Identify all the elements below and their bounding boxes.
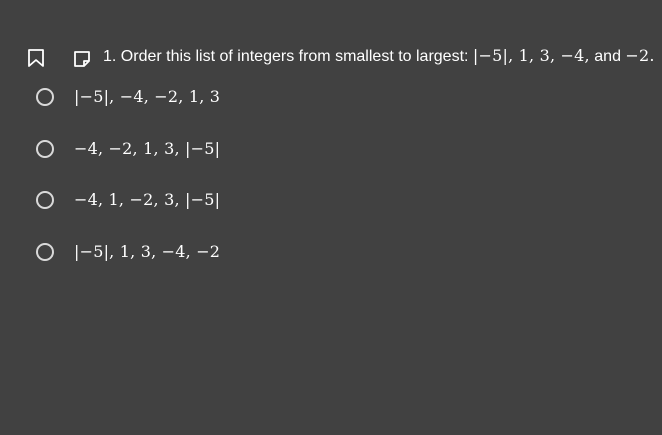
option-label: |−5|, 1, 3, −4, −2: [74, 242, 221, 261]
note-icon[interactable]: [72, 49, 92, 69]
answer-option-4[interactable]: |−5|, 1, 3, −4, −2: [34, 240, 334, 268]
radio-button[interactable]: [36, 191, 54, 209]
question-prefix: 1. Order this list of integers from smal…: [103, 48, 473, 65]
question-text: 1. Order this list of integers from smal…: [103, 46, 655, 67]
answer-option-2[interactable]: −4, −2, 1, 3, |−5|: [34, 137, 334, 165]
answer-option-3[interactable]: −4, 1, −2, 3, |−5|: [34, 188, 334, 216]
question-connector: and: [589, 48, 626, 65]
radio-button[interactable]: [36, 88, 54, 106]
question-last-math: −2.: [625, 46, 655, 65]
question-row: 1. Order this list of integers from smal…: [0, 40, 662, 72]
radio-button[interactable]: [36, 140, 54, 158]
option-label: |−5|, −4, −2, 1, 3: [74, 87, 221, 106]
bookmark-icon[interactable]: [27, 48, 45, 68]
option-label: −4, 1, −2, 3, |−5|: [74, 190, 221, 209]
question-list-math: |−5|, 1, 3, −4,: [472, 46, 590, 65]
option-label: −4, −2, 1, 3, |−5|: [74, 139, 221, 158]
answer-option-1[interactable]: |−5|, −4, −2, 1, 3: [34, 85, 334, 113]
radio-button[interactable]: [36, 243, 54, 261]
